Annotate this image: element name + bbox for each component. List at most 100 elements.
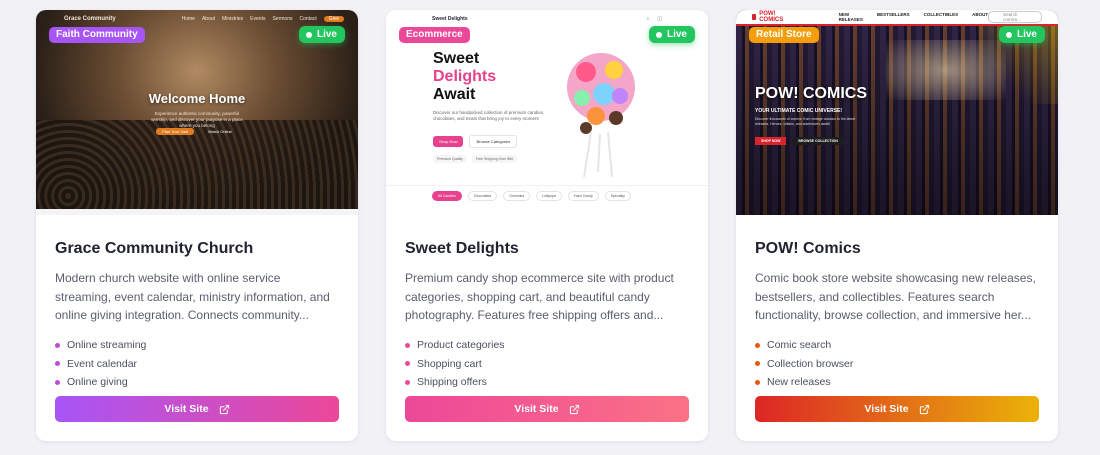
live-status-badge: Live [298, 26, 345, 43]
visit-site-button[interactable]: Visit Site [755, 396, 1039, 422]
preview-nav: Grace Community Home About Ministries Ev… [36, 14, 358, 24]
bullet-icon [755, 342, 760, 348]
hero-line: Await [433, 86, 476, 103]
preview-footer-strip [36, 209, 358, 215]
bullet-icon [55, 342, 60, 348]
candy-mark [587, 107, 605, 125]
preview-nav-item: NEW RELEASES [838, 12, 863, 22]
preview-hero-subtitle: Discover our handpicked collection of pr… [433, 110, 545, 121]
lollipop-stick [607, 131, 613, 178]
feature-label: Online giving [67, 376, 128, 389]
preview-nav: POW! COMICS NEW RELEASES BESTSELLERS COL… [736, 10, 1058, 26]
preview-brand: Sweet Delights [432, 16, 468, 22]
project-card-sweet-delights: Sweet Delights ⌕ ◫ Sweet Delights Await D… [386, 10, 708, 441]
preview-nav-item: Home [181, 16, 195, 22]
visit-site-button[interactable]: Visit Site [55, 396, 339, 422]
feature-label: Collection browser [767, 357, 854, 370]
bullet-icon [405, 379, 410, 385]
live-dot-icon [1005, 31, 1012, 38]
visit-site-label: Visit Site [164, 403, 209, 415]
preview-hero-subtitle: Experience authentic community, powerful… [151, 111, 243, 128]
preview-tab: Gummies [503, 191, 531, 201]
preview-primary-button: SHOP NOW [755, 137, 787, 145]
live-status-badge: Live [998, 26, 1045, 43]
bullet-icon [55, 379, 60, 385]
preview-primary-button: Shop Now [433, 136, 464, 147]
feature-label: Comic search [767, 339, 832, 352]
bullet-icon [55, 361, 60, 367]
feature-item: Collection browser [755, 355, 1039, 374]
preview-thumbnail[interactable]: Grace Community Home About Ministries Ev… [36, 10, 358, 215]
card-description: Premium candy shop ecommerce site with p… [405, 271, 674, 322]
live-status-badge: Live [648, 26, 695, 43]
feature-label: Online streaming [67, 339, 147, 352]
visit-site-label: Visit Site [864, 403, 909, 415]
card-description: Comic book store website showcasing new … [755, 271, 1036, 322]
preview-nav: Sweet Delights ⌕ ◫ [386, 14, 708, 24]
card-description: Modern church website with online servic… [55, 271, 330, 322]
preview-secondary-button: BROWSE COLLECTION [792, 137, 844, 145]
candy-mark [576, 62, 596, 82]
preview-secondary-button: Watch Online [207, 129, 232, 134]
feature-label: New releases [767, 376, 831, 389]
feature-label: Shipping offers [417, 376, 487, 389]
preview-nav-item: BESTSELLERS [876, 12, 910, 17]
external-link-icon [219, 404, 229, 414]
preview-thumbnail[interactable]: POW! COMICS NEW RELEASES BESTSELLERS COL… [736, 10, 1058, 215]
preview-hero-title: POW! COMICS [755, 85, 867, 102]
external-link-icon [569, 404, 579, 414]
live-label: Live [1016, 29, 1037, 40]
category-badge: Retail Store [749, 27, 819, 43]
feature-list: Comic search Collection browser New rele… [755, 336, 1039, 392]
preview-tab: Lollipops [536, 191, 563, 201]
search-icon: ⌕ [646, 16, 650, 22]
category-badge: Ecommerce [399, 27, 470, 43]
preview-nav-item: Sermons [272, 16, 293, 22]
category-badge: Faith Community [49, 27, 145, 43]
preview-thumbnail[interactable]: Sweet Delights ⌕ ◫ Sweet Delights Await D… [386, 10, 708, 215]
preview-hero-title: Sweet Delights Await [433, 50, 496, 104]
feature-label: Shopping cart [417, 357, 482, 370]
live-label: Live [666, 29, 687, 40]
logo-icon [752, 14, 757, 20]
bullet-icon [405, 342, 410, 348]
preview-nav-item: Events [250, 16, 266, 22]
candy-mark [612, 88, 628, 104]
lollipop-stick [597, 133, 601, 173]
project-card-grace-community: Grace Community Home About Ministries Ev… [36, 10, 358, 441]
feature-item: Comic search [755, 336, 1039, 355]
hero-line: Sweet [433, 50, 480, 67]
candy-mark [574, 90, 590, 106]
preview-secondary-button: Browse Categories [469, 135, 518, 148]
card-title: POW! Comics [755, 240, 861, 257]
live-dot-icon [305, 31, 312, 38]
external-link-icon [919, 404, 929, 414]
preview-nav-item: About [201, 16, 216, 22]
feature-item: Product categories [405, 336, 689, 355]
candy-mark [609, 111, 623, 125]
preview-nav-item: ABOUT [972, 12, 989, 17]
preview-hero-title: Welcome Home [148, 91, 246, 106]
feature-item: New releases [755, 373, 1039, 392]
feature-item: Event calendar [55, 355, 339, 374]
preview-tab: Hard Candy [568, 191, 599, 201]
preview-primary-button: Plan Your Visit [156, 128, 194, 135]
preview-search: Search comics... [988, 11, 1042, 23]
preview-nav-item: Ministries [222, 16, 244, 22]
cart-icon: ◫ [657, 16, 662, 22]
feature-item: Online streaming [55, 336, 339, 355]
visit-site-button[interactable]: Visit Site [405, 396, 689, 422]
candy-mark [605, 61, 623, 79]
bullet-icon [405, 361, 410, 367]
hero-line: Delights [433, 68, 497, 85]
preview-nav-item: Contact [299, 16, 317, 22]
feature-label: Product categories [417, 339, 505, 352]
preview-chip: Premium Quality [433, 155, 467, 163]
preview-hero-tagline: YOUR ULTIMATE COMIC UNIVERSE! [755, 108, 843, 114]
candy-mark [593, 83, 615, 105]
card-title: Sweet Delights [405, 240, 519, 257]
feature-list: Product categories Shopping cart Shippin… [405, 336, 689, 392]
preview-brand: Grace Community [64, 16, 116, 22]
lollipop-stick [583, 131, 592, 178]
project-card-pow-comics: POW! COMICS NEW RELEASES BESTSELLERS COL… [736, 10, 1058, 441]
